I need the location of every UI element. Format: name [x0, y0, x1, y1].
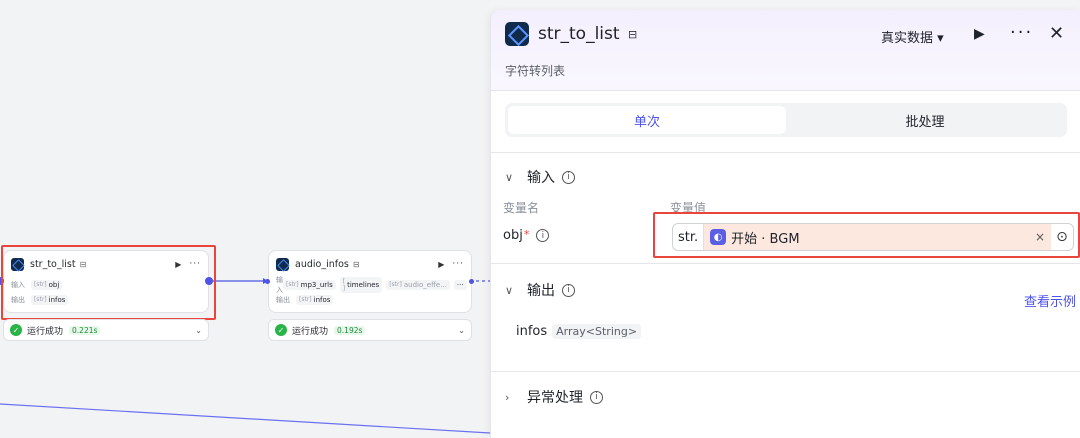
chevron-right-icon: › — [505, 390, 510, 404]
pill-name: infos — [313, 295, 331, 304]
divider — [491, 152, 1080, 153]
pill-name: timelines — [347, 280, 380, 289]
variable-name-text: obj — [503, 228, 523, 243]
overflow-pill[interactable]: ··· — [453, 279, 467, 290]
output-variable-row: infos Array<String> — [516, 324, 642, 339]
node-title: audio_infos — [295, 258, 349, 270]
section-title: 输出 — [527, 283, 555, 299]
node-test-panel: str_to_list ⊟ 字符转列表 真实数据 ▾ ▶ ··· ✕ 单次 批处… — [490, 10, 1080, 438]
section-title: 输入 — [527, 170, 555, 186]
data-mode-dropdown[interactable]: 真实数据 ▾ — [881, 27, 944, 46]
edge-layer — [0, 278, 490, 434]
save-icon: ⊟ — [628, 28, 638, 41]
output-label: 输出 — [276, 295, 290, 304]
close-icon[interactable]: ✕ — [1049, 23, 1064, 44]
input-section-header[interactable]: ∨ 输入 i — [505, 167, 575, 187]
node2-input-port[interactable] — [265, 279, 270, 284]
output-section-header[interactable]: ∨ 输出 i — [505, 280, 575, 300]
save-icon: ⊟ — [352, 259, 360, 269]
column-header-name: 变量名 — [503, 201, 540, 215]
output-var-name: infos — [516, 324, 548, 339]
node-header: audio_infos ⊟ ▶ ··· — [269, 251, 471, 277]
output-pill: [str] infos — [296, 294, 334, 305]
divider — [491, 371, 1080, 372]
view-example-link[interactable]: 查看示例 — [1024, 291, 1076, 310]
panel-title: str_to_list — [538, 24, 620, 44]
chevron-down-icon: ∨ — [505, 283, 514, 297]
run-icon[interactable]: ▶ — [974, 26, 985, 42]
chevron-down-icon[interactable]: ⌄ — [458, 326, 465, 335]
info-icon[interactable]: i — [562, 283, 575, 297]
status-time-badge: 0.221s — [69, 325, 101, 335]
more-icon[interactable]: ··· — [452, 259, 464, 269]
input-pill: [ ] timelines — [339, 276, 383, 293]
status-text: 运行成功 — [292, 326, 329, 337]
input-pill: [str] mp3_urls — [283, 279, 336, 290]
pill-type: [str] — [299, 296, 312, 303]
info-icon[interactable]: i — [590, 390, 603, 404]
input-label: 输入 — [276, 275, 283, 294]
more-icon[interactable]: ··· — [1010, 22, 1033, 43]
section-title: 异常处理 — [527, 390, 583, 406]
status-time-badge: 0.192s — [334, 325, 366, 335]
pill-type: [str] — [389, 281, 402, 288]
edge-bottom[interactable] — [0, 403, 490, 434]
info-icon[interactable]: i — [536, 229, 550, 242]
pill-name: mp3_urls — [300, 280, 333, 289]
info-icon[interactable]: i — [562, 170, 575, 184]
plugin-logo-icon — [276, 257, 289, 271]
node2-status-bar[interactable]: ✓ 运行成功 0.192s ⌄ — [268, 319, 472, 341]
node-output-row: 输出 [str] infos — [269, 292, 471, 307]
highlight-box-value — [653, 212, 1080, 258]
pill-type: [str] — [286, 281, 299, 288]
status-text: 运行成功 — [27, 326, 64, 337]
panel-description: 字符转列表 — [505, 64, 566, 78]
success-check-icon: ✓ — [275, 324, 287, 336]
chevron-down-icon: ∨ — [505, 170, 514, 184]
success-check-icon: ✓ — [10, 324, 22, 336]
variable-name: obj * i — [503, 228, 550, 243]
mode-tabs: 单次 批处理 — [505, 103, 1067, 137]
node2-output-port[interactable] — [469, 279, 474, 284]
run-node-icon[interactable]: ▶ — [438, 260, 444, 269]
pill-type: [ ] — [342, 277, 346, 292]
highlight-box-node — [1, 245, 216, 320]
node1-status-bar[interactable]: ✓ 运行成功 0.221s ⌄ — [3, 319, 209, 341]
pill-name: audio_effe... — [403, 280, 447, 289]
workflow-canvas[interactable]: str_to_list ⊟ ▶ ··· 输入 [str] obj 输出 [str]… — [0, 0, 490, 438]
node-audio-infos[interactable]: audio_infos ⊟ ▶ ··· 输入 [str] mp3_urls [ ]… — [268, 250, 472, 313]
tab-batch[interactable]: 批处理 — [786, 106, 1064, 134]
tab-single[interactable]: 单次 — [508, 106, 786, 134]
error-section-header[interactable]: › 异常处理 i — [505, 387, 603, 407]
input-pill: [str] audio_effe... — [386, 279, 450, 290]
node-input-row: 输入 [str] mp3_urls [ ] timelines [str] audio… — [269, 275, 471, 294]
divider — [491, 263, 1080, 264]
chevron-down-icon[interactable]: ⌄ — [195, 326, 202, 335]
divider — [491, 90, 1080, 91]
plugin-logo-icon — [505, 22, 529, 46]
required-mark: * — [523, 228, 530, 241]
panel-header: str_to_list ⊟ 字符转列表 真实数据 ▾ ▶ ··· ✕ — [491, 10, 1080, 90]
output-var-type: Array<String> — [552, 324, 642, 339]
